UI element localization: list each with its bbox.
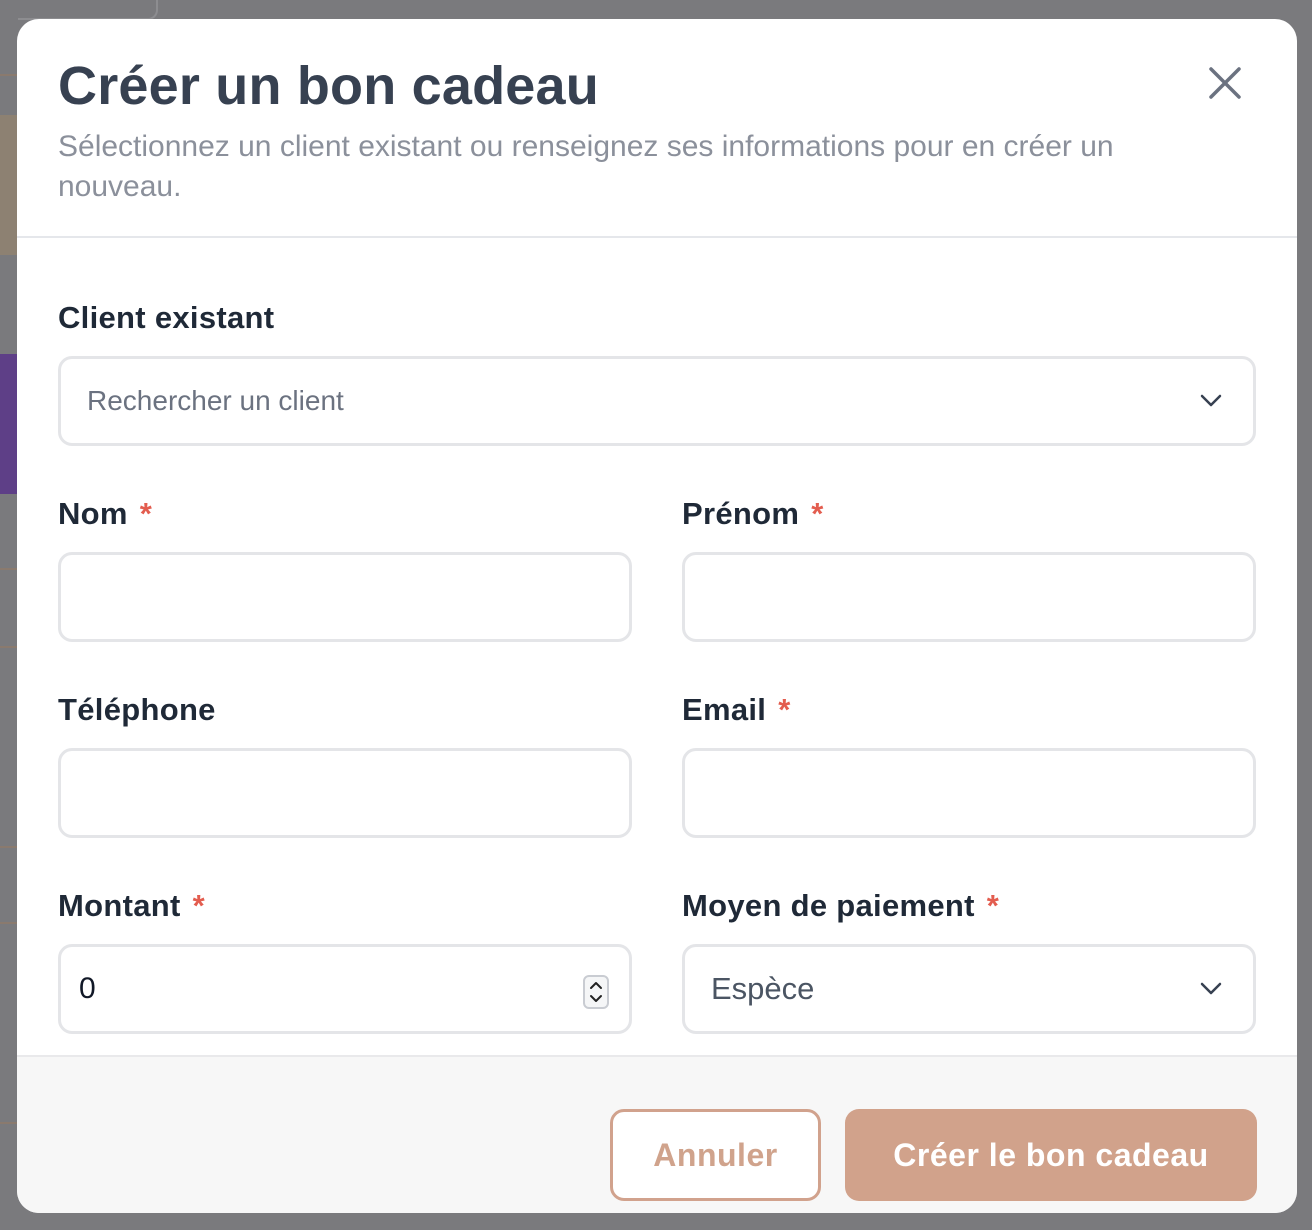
backdrop-strip [0, 354, 18, 494]
backdrop-divider [0, 646, 18, 648]
montant-label: Montant * [58, 888, 205, 923]
chevron-down-icon [1200, 394, 1222, 407]
montant-value: 0 [79, 972, 96, 1005]
montant-input[interactable]: 0 [58, 944, 632, 1034]
payment-method-label: Moyen de paiement * [682, 888, 1000, 923]
gift-voucher-modal: Créer un bon cadeau Sélectionnez un clie… [17, 19, 1297, 1213]
modal-body: Client existant Rechercher un client Nom… [17, 240, 1297, 1055]
nom-label: Nom * [58, 496, 153, 531]
create-voucher-button[interactable]: Créer le bon cadeau [845, 1109, 1257, 1201]
close-icon [1209, 67, 1241, 99]
required-marker: * [139, 496, 153, 531]
chevron-down-icon [1200, 982, 1222, 995]
nom-input[interactable] [58, 552, 632, 642]
stepper-arrows-icon [590, 982, 602, 1002]
required-marker: * [778, 692, 791, 727]
prenom-label: Prénom * [682, 496, 824, 531]
payment-method-value: Espèce [711, 971, 815, 1006]
modal-header: Créer un bon cadeau Sélectionnez un clie… [17, 19, 1297, 238]
backdrop-divider [0, 846, 18, 848]
close-button[interactable] [1205, 63, 1245, 103]
backdrop-divider [0, 568, 18, 570]
modal-subtitle: Sélectionnez un client existant ou rense… [58, 130, 1114, 203]
required-marker: * [811, 496, 824, 531]
cancel-button[interactable]: Annuler [610, 1109, 821, 1201]
existing-client-label: Client existant [58, 300, 275, 335]
existing-client-select[interactable]: Rechercher un client [58, 356, 1256, 446]
modal-footer: Annuler Créer le bon cadeau [17, 1055, 1297, 1213]
backdrop-divider [0, 1122, 18, 1124]
payment-method-select[interactable]: Espèce [682, 944, 1256, 1034]
telephone-input[interactable] [58, 748, 632, 838]
required-marker: * [192, 888, 205, 923]
required-marker: * [986, 888, 1000, 923]
backdrop-divider [0, 74, 18, 76]
modal-title: Créer un bon cadeau [58, 56, 599, 116]
email-label: Email * [682, 692, 791, 727]
number-stepper[interactable] [583, 975, 609, 1009]
email-input[interactable] [682, 748, 1256, 838]
backdrop-divider [0, 922, 18, 924]
telephone-label: Téléphone [58, 692, 216, 727]
existing-client-placeholder: Rechercher un client [87, 385, 344, 416]
backdrop-strip [0, 115, 18, 255]
backdrop-tab [18, 0, 158, 20]
prenom-input[interactable] [682, 552, 1256, 642]
